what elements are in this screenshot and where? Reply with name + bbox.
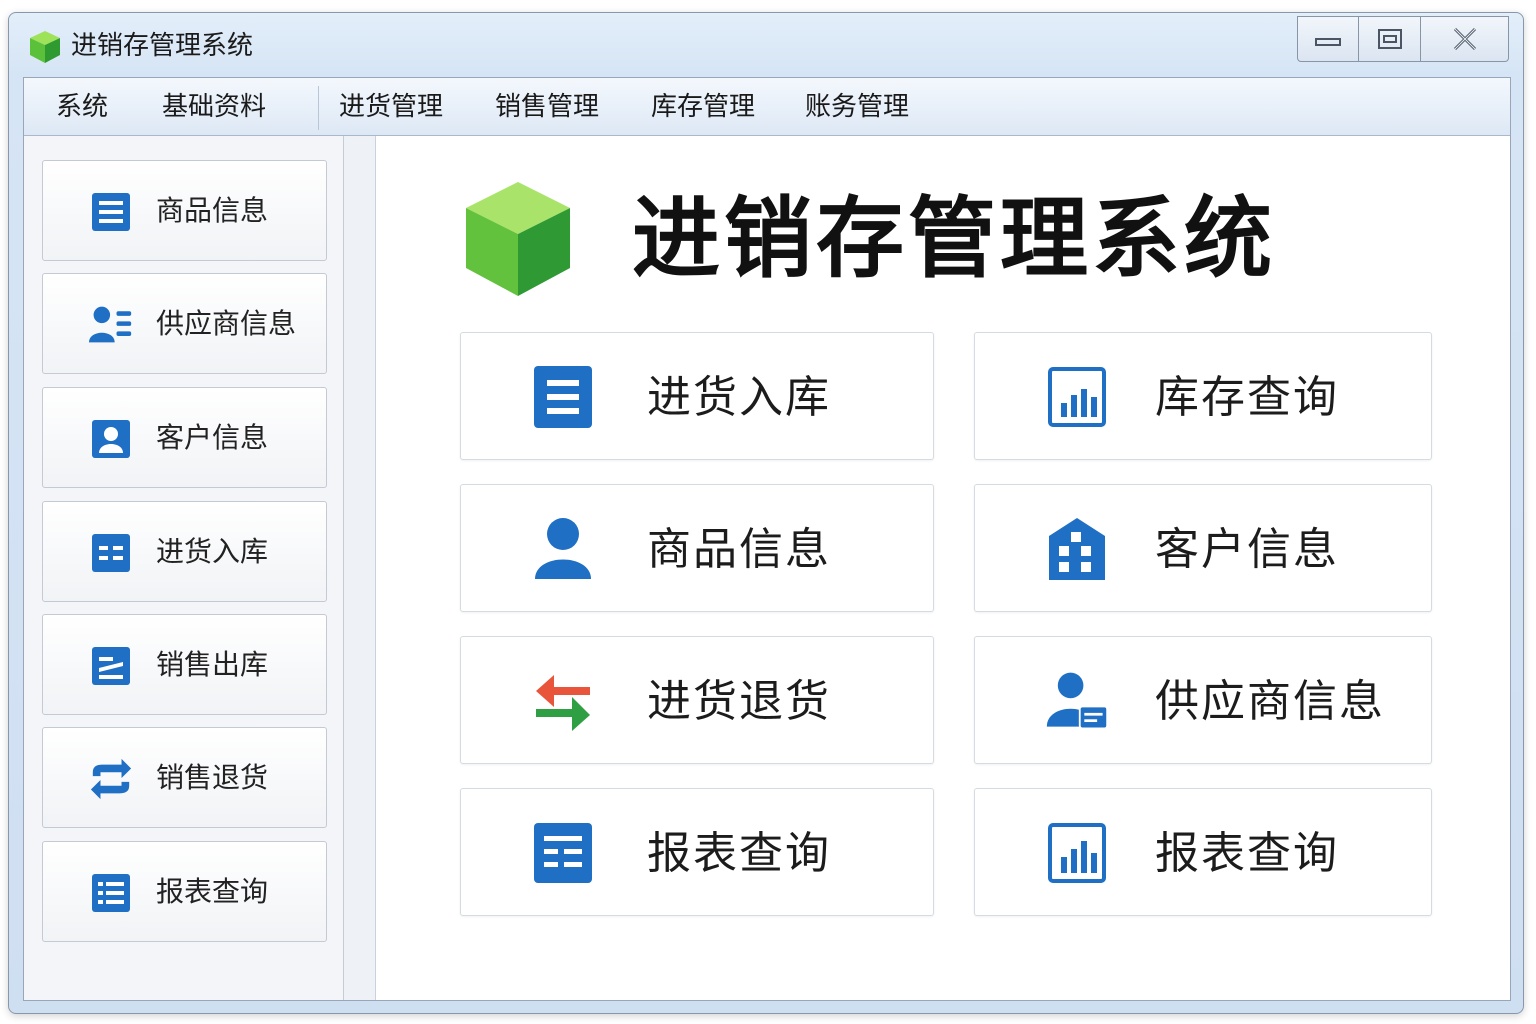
tile-label: 报表查询	[1155, 828, 1339, 879]
user-card-icon	[1045, 669, 1109, 733]
user-card-icon	[89, 418, 133, 460]
minimize-icon	[1315, 38, 1341, 46]
page-title: 进销存管理系统	[632, 187, 1277, 290]
minimize-button[interactable]	[1297, 16, 1359, 62]
sidebar-item-purchase-in[interactable]: 进货入库	[42, 501, 327, 602]
table-grid-icon	[89, 532, 133, 574]
green-cube-icon	[466, 182, 570, 296]
sidebar-item-label: 进货入库	[156, 535, 269, 568]
restore-button[interactable]	[1359, 16, 1421, 62]
user-icon	[531, 517, 595, 581]
sidebar-item-customers[interactable]: 客户信息	[42, 387, 327, 488]
sidebar-item-label: 客户信息	[156, 421, 269, 454]
restore-icon	[1377, 29, 1402, 49]
report-list-icon	[89, 872, 133, 914]
menu-accounts[interactable]: 账务管理	[805, 90, 909, 124]
tile-label: 进货退货	[647, 676, 831, 727]
client-area: 系统 基础资料 进货管理 销售管理 库存管理 账务管理 商品信息 供应商信息 客…	[23, 77, 1511, 1001]
tile-suppliers[interactable]: 供应商信息	[974, 636, 1432, 764]
sidebar-item-label: 商品信息	[156, 194, 269, 227]
bar-chart-icon	[1045, 821, 1109, 885]
table-grid-icon	[531, 821, 595, 885]
menu-purchase[interactable]: 进货管理	[339, 90, 443, 124]
sidebar-item-label: 销售出库	[156, 648, 269, 681]
sidebar-item-label: 销售退货	[156, 761, 269, 794]
building-icon	[1045, 517, 1109, 581]
menu-inventory[interactable]: 库存管理	[651, 90, 755, 124]
document-edit-icon	[89, 645, 133, 687]
tile-label: 进货入库	[647, 372, 831, 423]
tile-reports[interactable]: 报表查询	[460, 788, 934, 916]
tile-purchase-return[interactable]: 进货退货	[460, 636, 934, 764]
window-title: 进销存管理系统	[71, 31, 254, 61]
document-list-icon	[531, 365, 595, 429]
tile-label: 库存查询	[1155, 372, 1339, 423]
menu-sales[interactable]: 销售管理	[495, 90, 599, 124]
tile-label: 客户信息	[1155, 524, 1339, 575]
tile-reports-chart[interactable]: 报表查询	[974, 788, 1432, 916]
tile-label: 商品信息	[647, 524, 831, 575]
sidebar-item-suppliers[interactable]: 供应商信息	[42, 273, 327, 374]
menu-bar: 系统 基础资料 进货管理 销售管理 库存管理 账务管理	[24, 78, 1510, 136]
title-bar: 进销存管理系统	[9, 13, 1523, 79]
sidebar-item-sales-out[interactable]: 销售出库	[42, 614, 327, 715]
tile-products[interactable]: 商品信息	[460, 484, 934, 612]
sidebar-item-sales-return[interactable]: 销售退货	[42, 727, 327, 828]
tile-customers[interactable]: 客户信息	[974, 484, 1432, 612]
close-icon	[1453, 27, 1476, 51]
green-cube-icon	[30, 31, 60, 63]
sidebar-item-label: 供应商信息	[156, 307, 297, 340]
sidebar-splitter[interactable]	[344, 136, 376, 1000]
menu-separator	[318, 86, 319, 130]
main-panel: 进销存管理系统 进货入库 库存查询 商品信息 客户信息 进货退货 供应商信息 报…	[376, 136, 1510, 1000]
sidebar-item-label: 报表查询	[156, 875, 269, 908]
sidebar: 商品信息 供应商信息 客户信息 进货入库 销售出库 销售退货 报表查询	[24, 136, 344, 1000]
tile-purchase-in[interactable]: 进货入库	[460, 332, 934, 460]
close-button[interactable]	[1421, 16, 1509, 62]
swap-arrows-icon	[89, 758, 133, 800]
menu-basic-data[interactable]: 基础资料	[162, 90, 266, 124]
app-window: 进销存管理系统 系统 基础资料 进货管理 销售管理 库存管理 账务管理 商品信息…	[8, 12, 1524, 1014]
window-controls	[1297, 16, 1509, 62]
users-list-icon	[89, 304, 133, 346]
menu-system[interactable]: 系统	[56, 90, 108, 124]
sidebar-item-products[interactable]: 商品信息	[42, 160, 327, 261]
swap-arrows-icon	[531, 669, 595, 733]
tile-label: 报表查询	[647, 828, 831, 879]
document-list-icon	[89, 191, 133, 233]
tile-inventory-query[interactable]: 库存查询	[974, 332, 1432, 460]
sidebar-item-reports[interactable]: 报表查询	[42, 841, 327, 942]
bar-chart-icon	[1045, 365, 1109, 429]
tile-label: 供应商信息	[1155, 676, 1385, 727]
